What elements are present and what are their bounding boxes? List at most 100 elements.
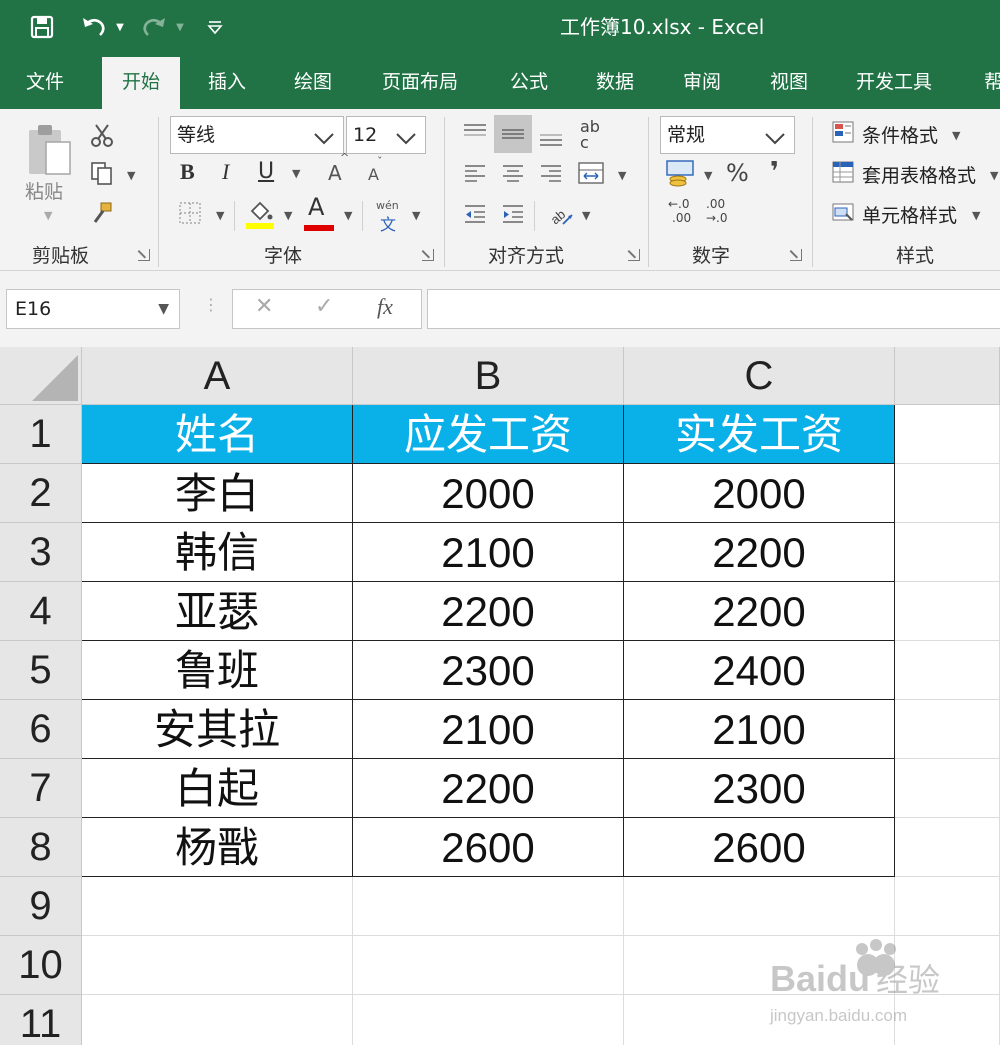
- cell-c3[interactable]: 2200: [624, 523, 895, 582]
- row-header-6[interactable]: 6: [0, 700, 82, 759]
- copy-dropdown-icon[interactable]: ▼: [127, 169, 135, 182]
- column-header-b[interactable]: B: [353, 347, 624, 405]
- table-dropdown-icon[interactable]: ▼: [990, 169, 998, 182]
- cell-d8[interactable]: [895, 818, 1000, 877]
- cell-a3[interactable]: 韩信: [82, 523, 353, 582]
- cell-c5[interactable]: 2400: [624, 641, 895, 700]
- column-header-c[interactable]: C: [624, 347, 895, 405]
- cell-a11[interactable]: [82, 995, 353, 1045]
- format-as-table-icon[interactable]: [830, 159, 856, 185]
- conditional-formatting-button[interactable]: 条件格式: [862, 121, 938, 148]
- cell-d3[interactable]: [895, 523, 1000, 582]
- clipboard-launcher-icon[interactable]: [138, 249, 150, 261]
- tab-view[interactable]: 视图: [770, 55, 808, 109]
- number-launcher-icon[interactable]: [790, 249, 802, 261]
- tab-draw[interactable]: 绘图: [294, 55, 332, 109]
- cell-a1[interactable]: 姓名: [82, 405, 353, 464]
- conditional-dropdown-icon[interactable]: ▼: [952, 129, 960, 142]
- decrease-indent-icon[interactable]: [462, 201, 488, 227]
- align-center-icon[interactable]: [500, 161, 526, 185]
- row-header-3[interactable]: 3: [0, 523, 82, 582]
- conditional-formatting-icon[interactable]: [830, 119, 856, 145]
- paste-icon[interactable]: [22, 119, 76, 181]
- cell-c2[interactable]: 2000: [624, 464, 895, 523]
- row-header-4[interactable]: 4: [0, 582, 82, 641]
- column-header-d[interactable]: [895, 347, 1000, 405]
- cell-b11[interactable]: [353, 995, 624, 1045]
- column-header-a[interactable]: A: [82, 347, 353, 405]
- tab-data[interactable]: 数据: [596, 55, 634, 109]
- cell-styles-button[interactable]: 单元格样式: [862, 201, 957, 228]
- cell-d1[interactable]: [895, 405, 1000, 464]
- cell-a7[interactable]: 白起: [82, 759, 353, 818]
- merge-center-icon[interactable]: [576, 159, 606, 187]
- font-name-combo[interactable]: 等线: [170, 116, 344, 154]
- decrease-decimal-top[interactable]: .00: [706, 197, 725, 211]
- cell-a8[interactable]: 杨戬: [82, 818, 353, 877]
- cell-d11[interactable]: [895, 995, 1000, 1045]
- increase-indent-icon[interactable]: [500, 201, 526, 227]
- row-header-11[interactable]: 11: [0, 995, 82, 1045]
- cell-a5[interactable]: 鲁班: [82, 641, 353, 700]
- cell-d7[interactable]: [895, 759, 1000, 818]
- customize-qat-icon[interactable]: [202, 12, 228, 42]
- cell-c6[interactable]: 2100: [624, 700, 895, 759]
- cell-c10[interactable]: [624, 936, 895, 995]
- phonetic-guide-button[interactable]: 文: [380, 211, 396, 235]
- cell-b2[interactable]: 2000: [353, 464, 624, 523]
- align-bottom-icon[interactable]: [536, 125, 566, 151]
- cell-c8[interactable]: 2600: [624, 818, 895, 877]
- cell-c11[interactable]: [624, 995, 895, 1045]
- align-left-icon[interactable]: [462, 161, 488, 185]
- tab-file[interactable]: 文件: [26, 55, 64, 109]
- name-box-dropdown-icon[interactable]: ▼: [158, 290, 169, 328]
- font-color-button[interactable]: A: [308, 193, 324, 221]
- formula-bar-grip-icon[interactable]: ⋮: [203, 295, 219, 314]
- comma-style-button[interactable]: ❜: [770, 157, 779, 187]
- cell-d6[interactable]: [895, 700, 1000, 759]
- cell-styles-dropdown-icon[interactable]: ▼: [972, 209, 980, 222]
- cell-d9[interactable]: [895, 877, 1000, 936]
- underline-dropdown-icon[interactable]: ▼: [292, 167, 300, 180]
- cell-b7[interactable]: 2200: [353, 759, 624, 818]
- row-header-2[interactable]: 2: [0, 464, 82, 523]
- tab-formulas[interactable]: 公式: [510, 55, 548, 109]
- copy-icon[interactable]: [88, 159, 116, 187]
- font-size-combo[interactable]: 12: [346, 116, 426, 154]
- formula-input[interactable]: [427, 289, 1000, 329]
- percent-style-button[interactable]: %: [726, 159, 749, 187]
- redo-icon[interactable]: [138, 12, 170, 42]
- tab-developer[interactable]: 开发工具: [856, 55, 932, 109]
- borders-dropdown-icon[interactable]: ▼: [216, 209, 224, 222]
- accounting-format-icon[interactable]: [664, 157, 698, 189]
- cell-b8[interactable]: 2600: [353, 818, 624, 877]
- increase-decimal-top[interactable]: ←.0: [668, 197, 690, 211]
- cell-a9[interactable]: [82, 877, 353, 936]
- cell-styles-icon[interactable]: [830, 199, 856, 225]
- cell-a2[interactable]: 李白: [82, 464, 353, 523]
- tab-home[interactable]: 开始: [102, 57, 181, 109]
- redo-dropdown-icon[interactable]: ▼: [172, 12, 188, 42]
- cell-a4[interactable]: 亚瑟: [82, 582, 353, 641]
- merge-dropdown-icon[interactable]: ▼: [618, 169, 626, 182]
- insert-function-icon[interactable]: fx: [377, 294, 393, 320]
- cell-d4[interactable]: [895, 582, 1000, 641]
- cell-b10[interactable]: [353, 936, 624, 995]
- number-format-combo[interactable]: 常规: [660, 116, 795, 154]
- cell-c4[interactable]: 2200: [624, 582, 895, 641]
- row-header-5[interactable]: 5: [0, 641, 82, 700]
- fill-color-icon[interactable]: [244, 197, 276, 231]
- paste-dropdown-icon[interactable]: ▼: [44, 209, 52, 222]
- cell-d5[interactable]: [895, 641, 1000, 700]
- tab-insert[interactable]: 插入: [208, 55, 246, 109]
- cut-icon[interactable]: [88, 121, 116, 149]
- cell-b1[interactable]: 应发工资: [353, 405, 624, 464]
- enter-icon[interactable]: ✓: [315, 294, 333, 319]
- cell-b3[interactable]: 2100: [353, 523, 624, 582]
- cell-c9[interactable]: [624, 877, 895, 936]
- row-header-10[interactable]: 10: [0, 936, 82, 995]
- row-header-1[interactable]: 1: [0, 405, 82, 464]
- bold-button[interactable]: B: [180, 159, 195, 185]
- cell-d10[interactable]: [895, 936, 1000, 995]
- accounting-dropdown-icon[interactable]: ▼: [704, 169, 712, 182]
